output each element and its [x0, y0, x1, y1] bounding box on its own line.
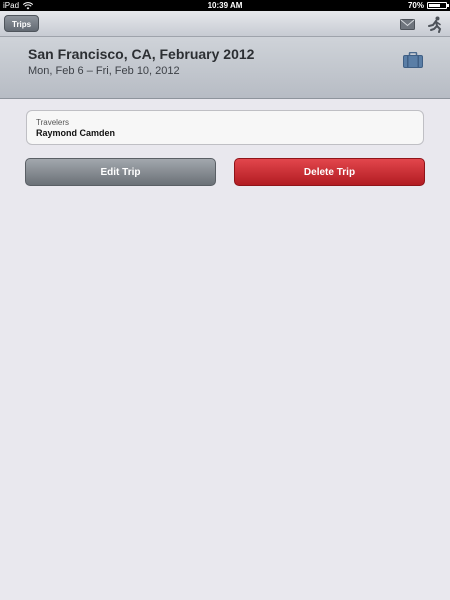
mail-icon[interactable]	[398, 15, 416, 33]
status-bar: iPad 10:39 AM 70%	[0, 0, 450, 11]
navigation-bar: Trips	[0, 11, 450, 37]
suitcase-icon[interactable]	[403, 52, 423, 68]
status-right: 70%	[407, 0, 449, 11]
trips-back-button[interactable]: Trips	[4, 15, 40, 32]
battery-icon	[427, 2, 449, 9]
trip-title: San Francisco, CA, February 2012	[28, 46, 255, 62]
travelers-value: Raymond Camden	[36, 128, 116, 138]
status-time: 10:39 AM	[207, 1, 243, 10]
edit-trip-button[interactable]: Edit Trip	[25, 158, 216, 186]
travelers-card: Travelers Raymond Camden	[26, 110, 424, 145]
runner-icon[interactable]	[426, 15, 444, 33]
battery-fill	[429, 4, 440, 7]
travelers-label: Travelers	[36, 118, 70, 127]
battery-percent: 70%	[407, 1, 424, 10]
trip-detail-screen: iPad 10:39 AM 70% Trips San Francisco, C…	[0, 0, 450, 600]
trip-header: San Francisco, CA, February 2012 Mon, Fe…	[0, 37, 450, 99]
delete-trip-button[interactable]: Delete Trip	[234, 158, 425, 186]
trip-dates: Mon, Feb 6 – Fri, Feb 10, 2012	[28, 65, 180, 77]
